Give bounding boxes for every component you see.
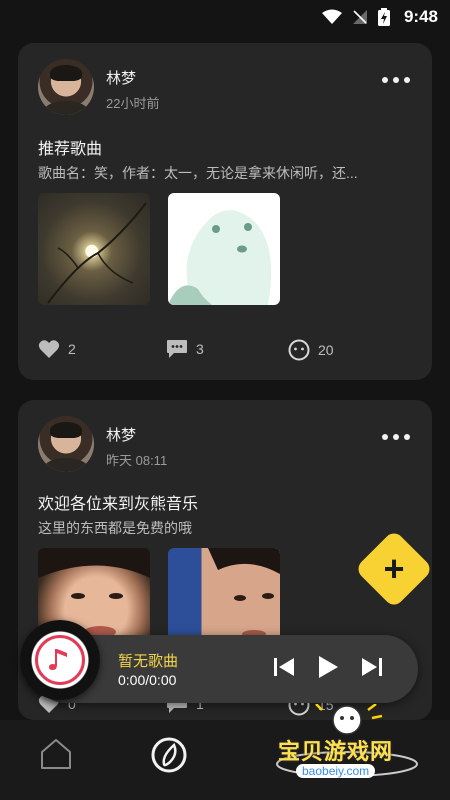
watermark-url: baobeiy.com (296, 764, 376, 778)
view-count: 20 (318, 342, 334, 358)
avatar[interactable] (38, 416, 94, 472)
album-disc[interactable] (20, 620, 100, 700)
wifi-icon (321, 9, 342, 24)
post-title: 欢迎各位来到灰熊音乐 (38, 496, 199, 513)
post-actions: 2 3 20 (38, 339, 418, 365)
post-time: 22小时前 (106, 96, 160, 111)
post-image[interactable] (38, 193, 150, 305)
post-title: 推荐歌曲 (38, 141, 103, 158)
home-icon (41, 739, 71, 769)
skip-next-icon (362, 658, 382, 676)
nav-home[interactable] (38, 736, 74, 777)
music-note-icon (49, 649, 67, 670)
compass-icon (151, 737, 187, 773)
more-options-button[interactable] (382, 77, 410, 83)
song-progress-time: 0:00/0:00 (118, 672, 177, 688)
comment-icon (167, 340, 187, 358)
like-button[interactable]: 2 (38, 339, 76, 359)
face-icon (288, 339, 310, 361)
more-options-button[interactable] (382, 434, 410, 440)
play-icon (319, 656, 338, 678)
post-description: 这里的东西都是免费的哦 (38, 520, 192, 536)
song-title: 暂无歌曲 (118, 653, 179, 670)
post-description: 歌曲名：笑，作者：太一，无论是拿来休闲听，还... (38, 165, 358, 181)
nav-discover[interactable] (150, 736, 188, 779)
post-author[interactable]: 林梦 (106, 67, 136, 88)
view-button[interactable]: 20 (288, 339, 334, 361)
play-button[interactable] (316, 654, 340, 685)
post-card[interactable]: 林梦 22小时前 推荐歌曲 歌曲名：笑，作者：太一，无论是拿来休闲听，还... … (18, 43, 432, 380)
post-time: 昨天 08:11 (106, 453, 168, 468)
battery-charging-icon (377, 8, 390, 26)
heart-icon (38, 340, 60, 358)
avatar[interactable] (38, 59, 94, 115)
watermark-text: 宝贝游戏网 (278, 739, 394, 764)
skip-previous-icon (274, 658, 294, 676)
clock: 9:48 (403, 7, 438, 26)
status-bar: 9:48 (0, 0, 450, 34)
comment-button[interactable]: 3 (166, 339, 204, 359)
post-image[interactable] (168, 193, 280, 305)
previous-button[interactable] (272, 654, 296, 685)
no-signal-icon (352, 10, 367, 24)
like-count: 2 (68, 341, 76, 357)
comment-count: 3 (196, 341, 204, 357)
next-button[interactable] (360, 654, 384, 685)
post-author[interactable]: 林梦 (106, 424, 136, 445)
